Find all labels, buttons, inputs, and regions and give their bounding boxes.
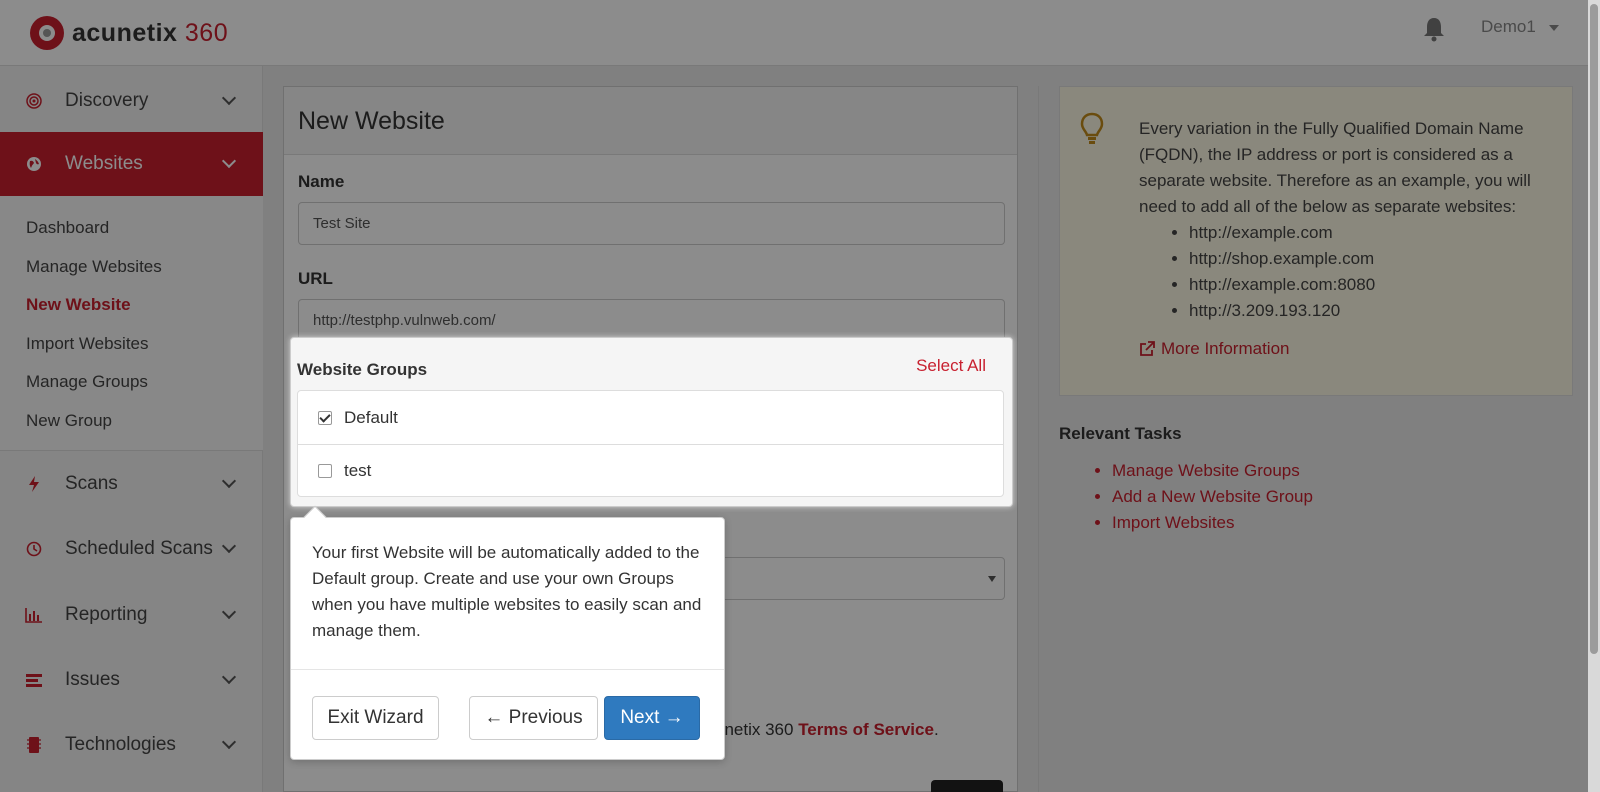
groups-list: Default test xyxy=(297,390,1004,497)
popover-text: Your first Website will be automatically… xyxy=(312,543,702,640)
list-item[interactable]: Default xyxy=(298,391,1003,444)
divider xyxy=(291,669,724,670)
scrollbar[interactable] xyxy=(1588,0,1600,792)
group-label: Default xyxy=(344,407,398,427)
wizard-popover: Your first Website will be automatically… xyxy=(290,505,725,760)
test-group-checkbox[interactable] xyxy=(318,464,332,478)
previous-button[interactable]: ← Previous xyxy=(469,696,598,740)
next-button[interactable]: Next → xyxy=(604,696,700,740)
exit-wizard-button[interactable]: Exit Wizard xyxy=(312,696,439,740)
select-all-link[interactable]: Select All xyxy=(916,356,986,376)
list-item[interactable]: test xyxy=(298,444,1003,497)
website-groups-box: Website Groups Select All Default test xyxy=(290,337,1013,507)
scrollbar-thumb[interactable] xyxy=(1590,4,1598,654)
group-label: test xyxy=(344,461,372,480)
website-groups-title: Website Groups xyxy=(297,360,428,379)
default-group-checkbox[interactable] xyxy=(318,410,332,425)
